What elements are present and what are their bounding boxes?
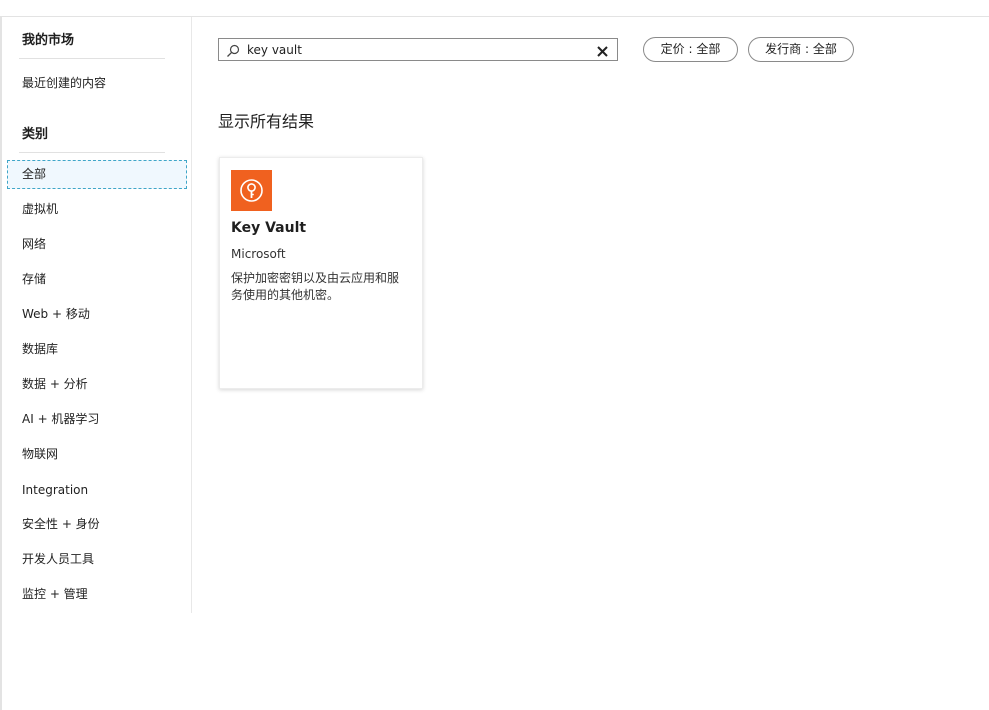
result-publisher: Microsoft — [231, 247, 286, 261]
category-ai-ml[interactable]: AI + 机器学习 — [7, 405, 187, 434]
category-integration[interactable]: Integration — [7, 476, 187, 505]
pricing-filter-button[interactable]: 定价 : 全部 — [643, 37, 738, 62]
category-developer-tools[interactable]: 开发人员工具 — [7, 545, 187, 574]
result-description: 保护加密密钥以及由云应用和服务使用的其他机密。 — [231, 271, 400, 302]
divider — [19, 58, 165, 59]
category-data-analytics[interactable]: 数据 + 分析 — [7, 370, 187, 399]
result-card-key-vault[interactable]: Key Vault Microsoft 保护加密密钥以及由云应用和服务使用的其他… — [219, 157, 423, 389]
category-networking[interactable]: 网络 — [7, 230, 187, 259]
search-icon — [226, 43, 240, 57]
sidebar: 我的市场 最近创建的内容 类别 全部 虚拟机 网络 存储 Web + 移动 数据… — [2, 17, 192, 613]
category-web-mobile[interactable]: Web + 移动 — [7, 300, 187, 329]
category-all[interactable]: 全部 — [7, 160, 187, 189]
my-market-heading: 我的市场 — [22, 33, 75, 48]
key-vault-icon — [231, 170, 272, 211]
category-iot[interactable]: 物联网 — [7, 440, 187, 469]
category-storage[interactable]: 存储 — [7, 265, 187, 294]
recent-created-link[interactable]: 最近创建的内容 — [22, 74, 106, 91]
divider — [19, 152, 165, 153]
search-box — [218, 38, 618, 61]
result-name: Key Vault — [231, 220, 307, 236]
category-virtual-machines[interactable]: 虚拟机 — [7, 195, 187, 224]
category-databases[interactable]: 数据库 — [7, 335, 187, 364]
clear-search-icon[interactable] — [596, 43, 609, 57]
categories-heading: 类别 — [22, 127, 49, 142]
results-title: 显示所有结果 — [218, 112, 315, 131]
category-security-identity[interactable]: 安全性 + 身份 — [7, 510, 187, 539]
category-monitoring-management[interactable]: 监控 + 管理 — [7, 580, 187, 609]
publisher-filter-button[interactable]: 发行商 : 全部 — [748, 37, 854, 62]
search-input[interactable] — [247, 41, 577, 58]
